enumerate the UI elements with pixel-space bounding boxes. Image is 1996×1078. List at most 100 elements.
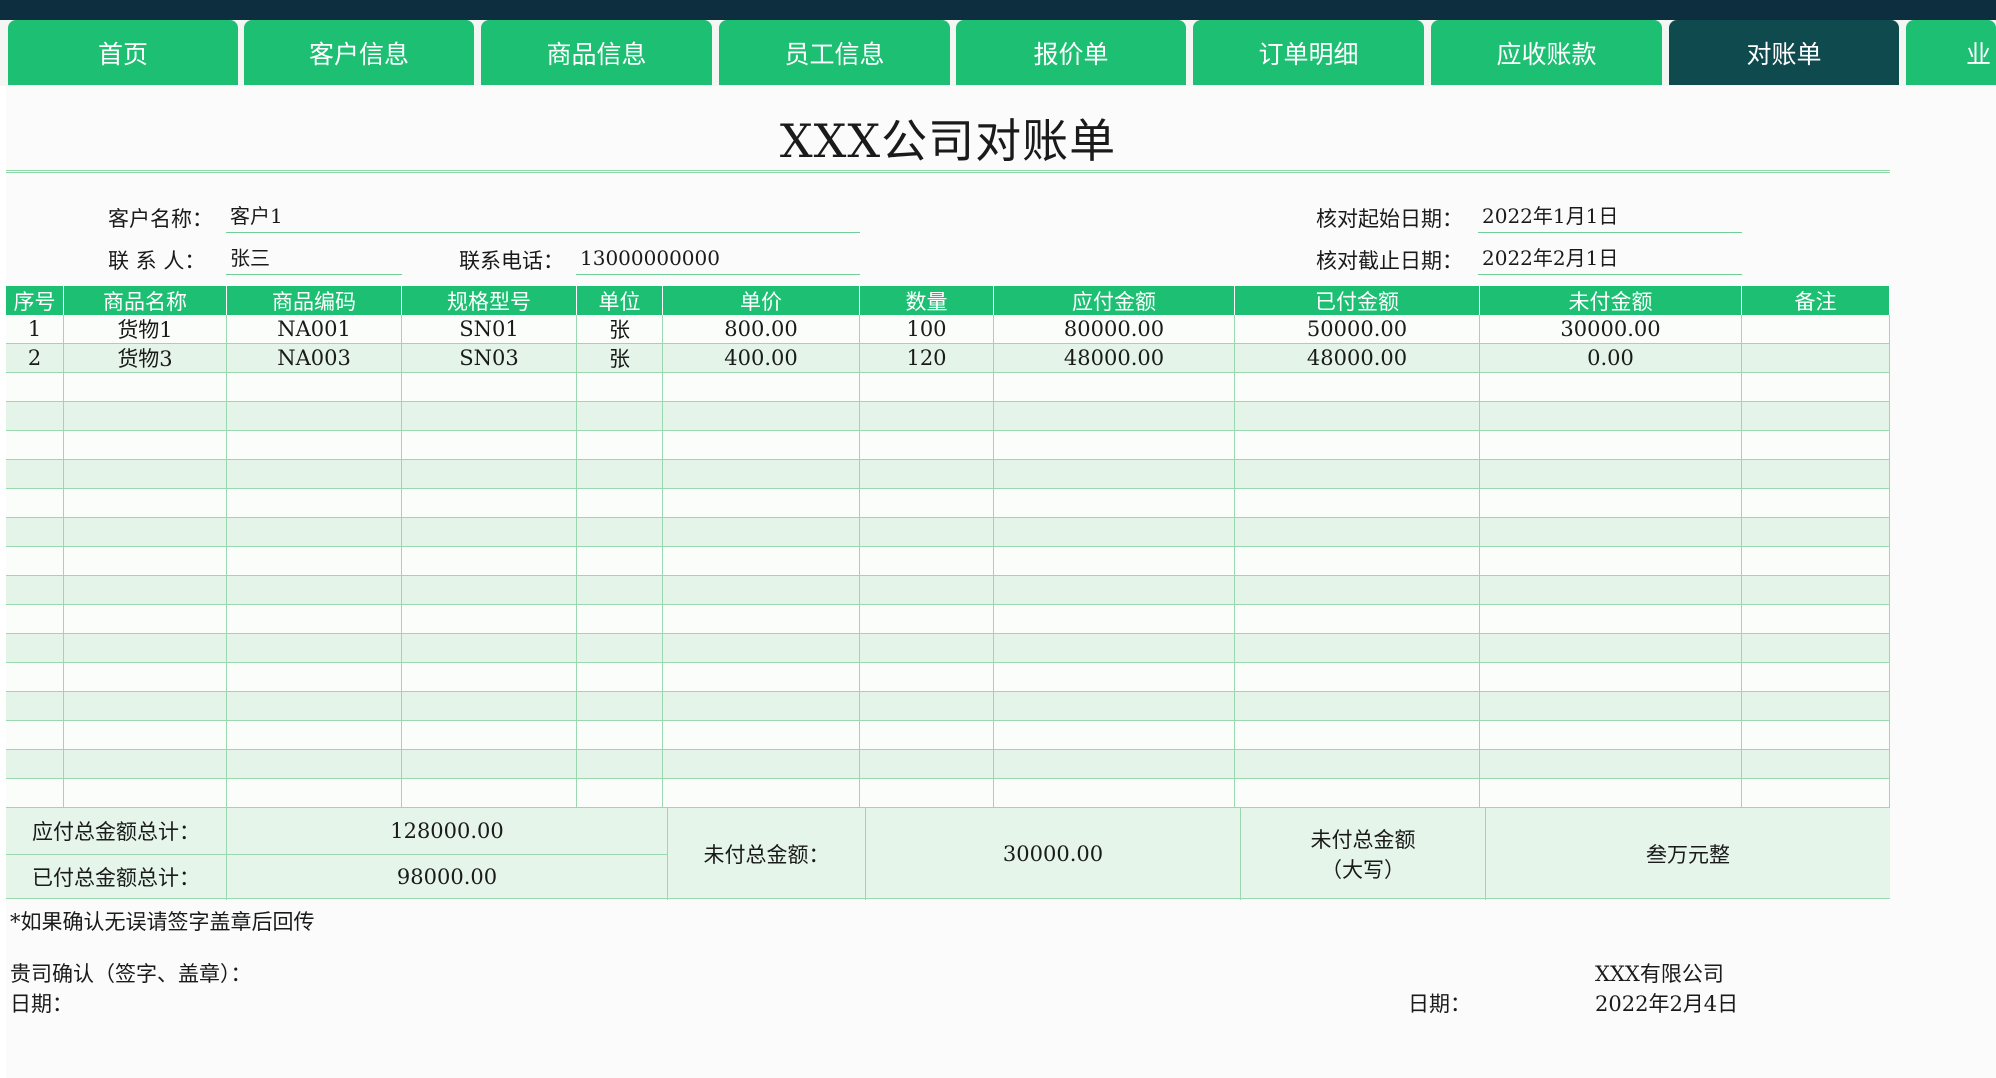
table-cell[interactable] xyxy=(227,721,402,749)
table-cell[interactable] xyxy=(994,779,1235,807)
table-cell[interactable] xyxy=(860,576,994,604)
table-cell[interactable] xyxy=(227,402,402,430)
table-cell[interactable] xyxy=(1235,547,1480,575)
table-cell[interactable] xyxy=(64,576,227,604)
table-cell[interactable] xyxy=(64,692,227,720)
table-cell[interactable] xyxy=(402,634,577,662)
table-cell[interactable]: 400.00 xyxy=(663,344,860,372)
start-date-value[interactable]: 2022年1月1日 xyxy=(1478,201,1742,233)
table-cell[interactable] xyxy=(6,576,64,604)
table-cell[interactable] xyxy=(1480,692,1742,720)
table-cell[interactable] xyxy=(1742,402,1890,430)
table-cell[interactable] xyxy=(1480,663,1742,691)
table-cell[interactable] xyxy=(663,576,860,604)
table-cell[interactable] xyxy=(1742,750,1890,778)
table-cell[interactable] xyxy=(64,547,227,575)
phone-value[interactable]: 13000000000 xyxy=(576,243,860,275)
table-cell[interactable] xyxy=(6,663,64,691)
table-cell[interactable] xyxy=(1480,547,1742,575)
tab-7[interactable]: 对账单 xyxy=(1669,20,1899,85)
table-cell[interactable] xyxy=(64,402,227,430)
table-cell[interactable] xyxy=(402,518,577,546)
table-cell[interactable] xyxy=(64,373,227,401)
table-cell[interactable] xyxy=(227,663,402,691)
table-cell[interactable] xyxy=(663,489,860,517)
table-cell[interactable] xyxy=(663,460,860,488)
table-cell[interactable] xyxy=(1235,518,1480,546)
table-cell[interactable]: 30000.00 xyxy=(1480,315,1742,343)
table-cell[interactable] xyxy=(994,402,1235,430)
table-cell[interactable]: 120 xyxy=(860,344,994,372)
tab-4[interactable]: 报价单 xyxy=(956,20,1186,85)
table-cell[interactable] xyxy=(860,692,994,720)
customer-value[interactable]: 客户1 xyxy=(226,201,860,233)
table-cell[interactable] xyxy=(227,605,402,633)
unpaid-upper-value[interactable]: 叁万元整 xyxy=(1486,808,1890,900)
table-cell[interactable] xyxy=(663,402,860,430)
table-cell[interactable]: SN03 xyxy=(402,344,577,372)
table-cell[interactable] xyxy=(1235,750,1480,778)
table-cell[interactable] xyxy=(994,373,1235,401)
table-cell[interactable] xyxy=(6,692,64,720)
table-cell[interactable] xyxy=(402,750,577,778)
table-cell[interactable] xyxy=(227,431,402,459)
table-cell[interactable]: 800.00 xyxy=(663,315,860,343)
table-cell[interactable] xyxy=(577,750,663,778)
table-cell[interactable] xyxy=(1742,431,1890,459)
table-cell[interactable] xyxy=(1742,315,1890,343)
table-cell[interactable] xyxy=(577,460,663,488)
table-cell[interactable]: 50000.00 xyxy=(1235,315,1480,343)
table-cell[interactable] xyxy=(577,663,663,691)
table-cell[interactable] xyxy=(577,547,663,575)
table-cell[interactable] xyxy=(402,402,577,430)
table-cell[interactable]: NA003 xyxy=(227,344,402,372)
table-cell[interactable] xyxy=(6,518,64,546)
table-cell[interactable] xyxy=(994,431,1235,459)
table-cell[interactable] xyxy=(1235,576,1480,604)
table-cell[interactable]: 80000.00 xyxy=(994,315,1235,343)
table-cell[interactable] xyxy=(1742,663,1890,691)
table-cell[interactable] xyxy=(994,518,1235,546)
table-cell[interactable] xyxy=(227,692,402,720)
table-cell[interactable] xyxy=(1742,460,1890,488)
table-cell[interactable] xyxy=(994,576,1235,604)
table-cell[interactable] xyxy=(1480,460,1742,488)
table-cell[interactable] xyxy=(6,634,64,662)
table-cell[interactable] xyxy=(1742,576,1890,604)
table-cell[interactable] xyxy=(860,431,994,459)
table-cell[interactable] xyxy=(227,373,402,401)
table-cell[interactable] xyxy=(994,750,1235,778)
table-cell[interactable] xyxy=(64,779,227,807)
table-cell[interactable] xyxy=(577,576,663,604)
table-cell[interactable] xyxy=(1235,634,1480,662)
table-cell[interactable] xyxy=(6,547,64,575)
table-cell[interactable] xyxy=(1480,605,1742,633)
table-cell[interactable]: 2 xyxy=(6,344,64,372)
table-cell[interactable] xyxy=(577,373,663,401)
table-cell[interactable] xyxy=(994,692,1235,720)
table-cell[interactable] xyxy=(402,373,577,401)
table-cell[interactable] xyxy=(1235,489,1480,517)
table-cell[interactable] xyxy=(1235,663,1480,691)
table-cell[interactable] xyxy=(994,547,1235,575)
table-cell[interactable] xyxy=(6,431,64,459)
table-cell[interactable] xyxy=(1480,402,1742,430)
table-cell[interactable] xyxy=(1742,489,1890,517)
table-cell[interactable] xyxy=(860,634,994,662)
tab-1[interactable]: 客户信息 xyxy=(244,20,474,85)
table-cell[interactable]: 1 xyxy=(6,315,64,343)
table-cell[interactable] xyxy=(64,605,227,633)
table-cell[interactable] xyxy=(663,663,860,691)
table-cell[interactable] xyxy=(577,721,663,749)
table-cell[interactable] xyxy=(227,518,402,546)
end-date-value[interactable]: 2022年2月1日 xyxy=(1478,243,1742,275)
table-cell[interactable] xyxy=(577,779,663,807)
table-cell[interactable]: 0.00 xyxy=(1480,344,1742,372)
tab-2[interactable]: 商品信息 xyxy=(481,20,712,85)
table-cell[interactable] xyxy=(663,779,860,807)
table-cell[interactable] xyxy=(577,402,663,430)
table-cell[interactable] xyxy=(402,605,577,633)
table-cell[interactable] xyxy=(64,663,227,691)
table-cell[interactable]: NA001 xyxy=(227,315,402,343)
table-cell[interactable] xyxy=(994,634,1235,662)
